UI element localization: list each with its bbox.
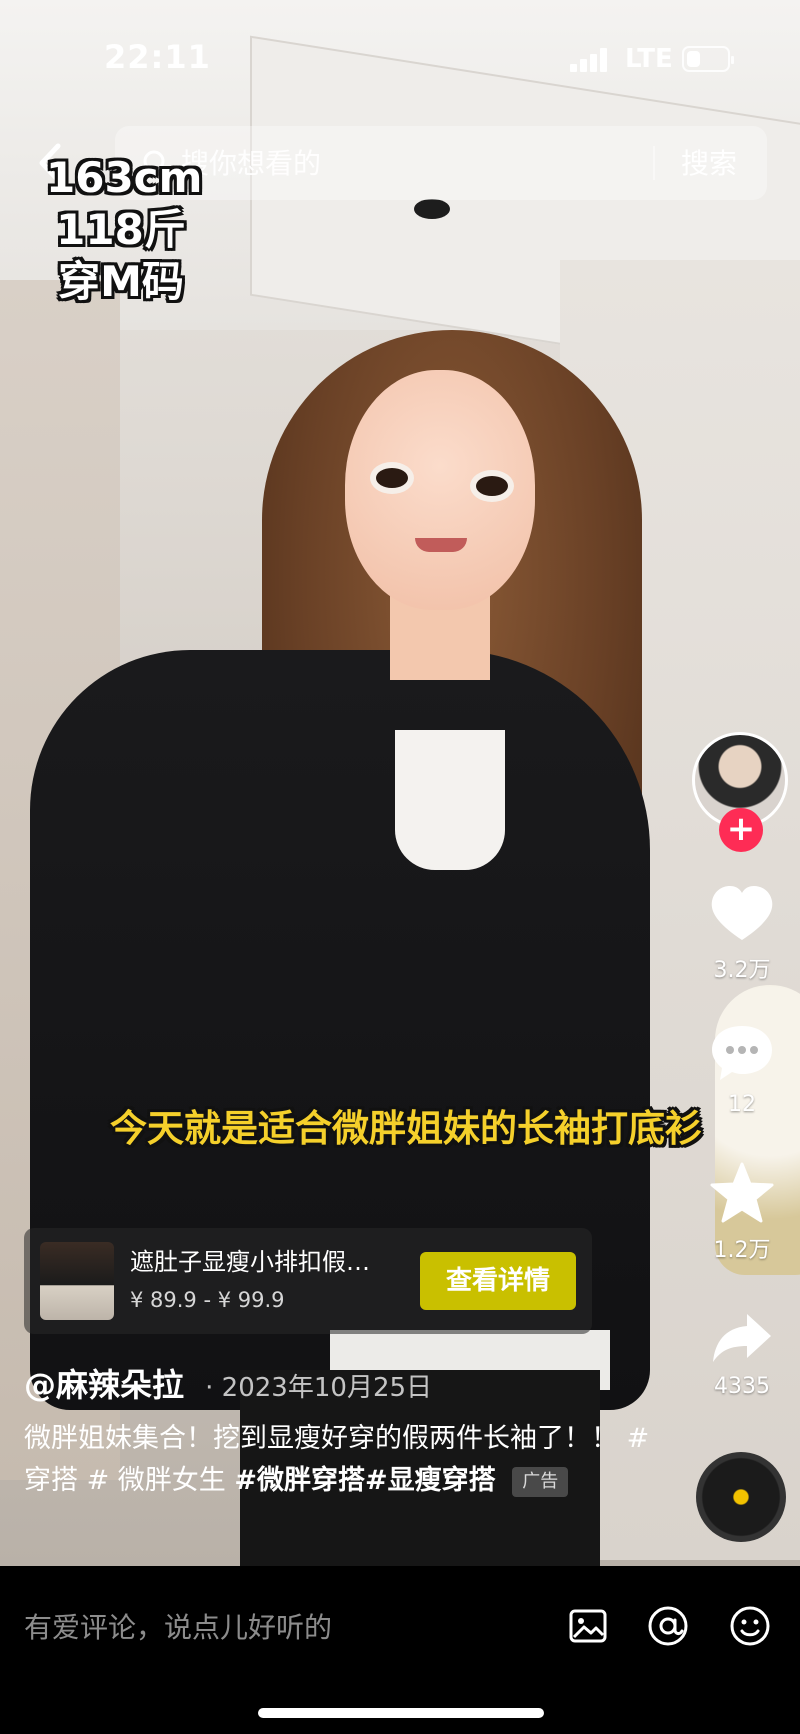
at-icon[interactable] [646, 1604, 690, 1648]
home-indicator[interactable] [258, 1708, 544, 1718]
like-count: 3.2万 [713, 958, 771, 983]
post-description: 微胖姐妹集合！挖到显瘦好穿的假两件长袖了！！ # 穿搭 # 微胖女生 #微胖穿搭… [24, 1418, 664, 1502]
ceiling-light [414, 199, 450, 219]
signal-icon [570, 48, 610, 72]
caption-size: 穿M码 [58, 257, 184, 306]
comment-bubble-icon [712, 1026, 772, 1080]
share-button[interactable]: 4335 [700, 1310, 784, 1399]
heart-icon [711, 886, 773, 940]
battery-icon [682, 46, 734, 72]
search-divider [653, 146, 655, 180]
hashtags-bold[interactable]: #微胖穿搭#显瘦穿搭 [234, 1465, 495, 1496]
person-mouth [415, 538, 467, 552]
description-text: 微胖姐妹集合！挖到显瘦好穿的假两件长袖了！！ [24, 1423, 618, 1454]
ad-badge: 广告 [512, 1466, 569, 1497]
person-eye-right [470, 470, 514, 502]
view-details-button[interactable]: 查看详情 [420, 1252, 576, 1310]
like-button[interactable]: 3.2万 [700, 884, 784, 984]
comment-bar [0, 1566, 800, 1734]
network-label: LTE [625, 44, 673, 74]
search-button[interactable]: 搜索 [681, 142, 737, 182]
battery-level [687, 51, 700, 67]
favorite-count: 1.2万 [713, 1238, 771, 1263]
caption-height: 163cm [46, 153, 203, 202]
post-date: · 2023年10月25日 [205, 1373, 433, 1403]
author-line: @麻辣朵拉 · 2023年10月25日 [24, 1360, 432, 1406]
share-count: 4335 [714, 1374, 770, 1399]
product-price: ¥ 89.9 - ¥ 99.9 [130, 1288, 285, 1312]
video-subtitle: 今天就是适合微胖姐妹的长袖打底衫 [110, 1107, 702, 1150]
product-thumbnail [40, 1242, 114, 1320]
star-icon [710, 1162, 774, 1223]
follow-button[interactable]: + [719, 808, 763, 852]
author-name[interactable]: @麻辣朵拉 [24, 1366, 184, 1404]
product-title: 遮肚子显瘦小排扣假… [130, 1248, 370, 1276]
search-bar[interactable]: 搜索 [115, 126, 767, 200]
video-caption-stats: 163cm 118斤 穿M码 [46, 152, 203, 308]
image-icon[interactable] [566, 1604, 610, 1648]
person-eye-left [370, 462, 414, 494]
status-time: 22:11 [104, 38, 211, 76]
search-input[interactable] [181, 140, 601, 186]
share-arrow-icon [713, 1314, 771, 1362]
person-inner-shirt [395, 730, 505, 870]
comment-count: 12 [728, 1092, 756, 1117]
emoji-icon[interactable] [728, 1604, 772, 1648]
caption-weight: 118斤 [56, 205, 186, 254]
comment-input[interactable] [24, 1602, 524, 1652]
status-bar: 22:11 LTE [0, 0, 800, 110]
comment-button[interactable]: 12 [700, 1022, 784, 1117]
favorite-button[interactable]: 1.2万 [700, 1162, 784, 1264]
music-disc[interactable] [696, 1452, 786, 1542]
product-card[interactable]: 遮肚子显瘦小排扣假… ¥ 89.9 - ¥ 99.9 查看详情 [24, 1228, 592, 1334]
